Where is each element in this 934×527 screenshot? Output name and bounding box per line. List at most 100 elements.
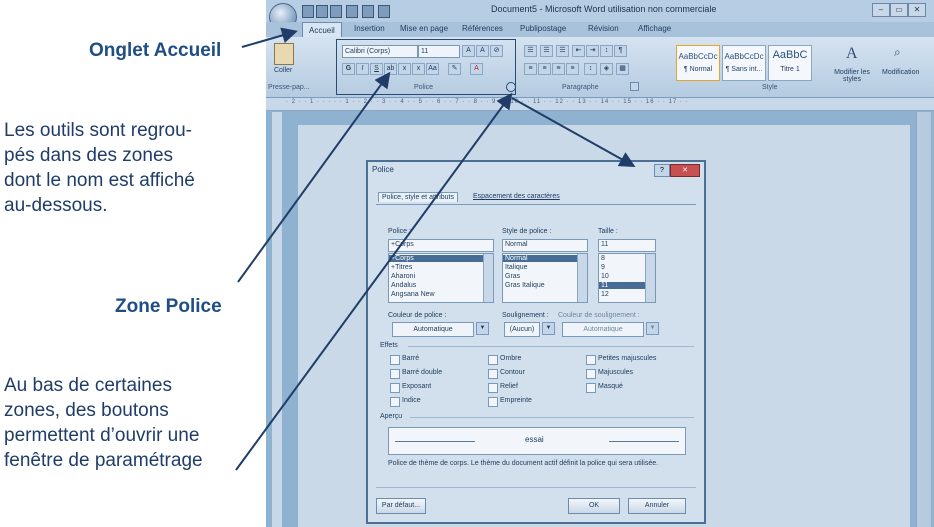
align-right-icon[interactable]: ≡ — [552, 63, 565, 75]
list-item[interactable]: Italique — [505, 264, 528, 271]
checkbox-majuscules[interactable] — [586, 369, 596, 379]
multilevel-icon[interactable]: ☰ — [556, 45, 569, 57]
font-name-combo[interactable]: Calibri (Corps) — [342, 45, 418, 58]
checkbox-petites-majuscules[interactable] — [586, 355, 596, 365]
chevron-down-icon[interactable]: ▼ — [476, 322, 489, 335]
police-list[interactable]: +Corps +Titres Aharoni Andalus Angsana N… — [388, 253, 494, 303]
list-item[interactable]: 8 — [601, 255, 605, 262]
checkbox-masque[interactable] — [586, 383, 596, 393]
paragraph-dialog-launcher-icon[interactable] — [630, 82, 639, 91]
font-size-combo[interactable]: 11 — [418, 45, 460, 58]
checkbox-contour[interactable] — [488, 369, 498, 379]
modify-styles-icon[interactable]: A — [846, 45, 858, 63]
help-button[interactable]: ? — [654, 164, 670, 177]
ok-button[interactable]: OK — [568, 498, 620, 514]
print-preview-icon[interactable] — [378, 5, 390, 18]
list-item[interactable]: Gras — [505, 273, 520, 280]
underline-icon[interactable]: S — [370, 63, 383, 75]
line-spacing-icon[interactable]: ↕ — [584, 63, 597, 75]
dialog-close-button[interactable]: ✕ — [670, 164, 700, 177]
list-item[interactable]: 9 — [601, 264, 605, 271]
couleur-dropdown[interactable]: Automatique — [392, 322, 474, 337]
tab-accueil[interactable]: Accueil — [302, 22, 342, 38]
chevron-down-icon[interactable]: ▼ — [542, 322, 555, 335]
sort-icon[interactable]: ↕ — [600, 45, 613, 57]
couleur-soulignement-dropdown[interactable]: Automatique — [562, 322, 644, 337]
chevron-down-icon[interactable]: ▼ — [646, 322, 659, 335]
soulignement-dropdown[interactable]: (Aucun) — [504, 322, 540, 337]
numbering-icon[interactable]: ☰ — [540, 45, 553, 57]
save-icon[interactable] — [302, 5, 314, 18]
checkbox-indice[interactable] — [390, 397, 400, 407]
pilcrow-icon[interactable]: ¶ — [614, 45, 627, 57]
redo-icon[interactable] — [362, 5, 374, 18]
shrink-font-icon[interactable]: A — [476, 45, 489, 57]
grow-font-icon[interactable]: A — [462, 45, 475, 57]
police-input[interactable]: +Corps — [388, 239, 494, 252]
shading-icon[interactable]: ◈ — [600, 63, 613, 75]
default-button[interactable]: Par défaut... — [376, 498, 426, 514]
paste-label[interactable]: Coller — [274, 67, 292, 74]
taille-list[interactable]: 8 9 10 11 12 — [598, 253, 656, 303]
tab-mise-en-page[interactable]: Mise en page — [400, 24, 448, 33]
list-item[interactable]: Andalus — [391, 282, 416, 289]
list-scrollbar[interactable] — [577, 254, 587, 302]
align-left-icon[interactable]: ≡ — [524, 63, 537, 75]
borders-icon[interactable]: ▦ — [616, 63, 629, 75]
bullets-icon[interactable]: ☰ — [524, 45, 537, 57]
new-doc-icon[interactable] — [316, 5, 328, 18]
superscript-icon[interactable]: x — [412, 63, 425, 75]
list-item[interactable]: Normal — [503, 255, 577, 262]
find-icon[interactable]: ⌕ — [894, 45, 901, 60]
style-titre-1[interactable]: AaBbC Titre 1 — [768, 45, 812, 81]
tab-publipostage[interactable]: Publipostage — [520, 24, 566, 33]
subscript-icon[interactable]: x — [398, 63, 411, 75]
modification-label[interactable]: Modification — [882, 69, 919, 76]
list-item[interactable]: +Titres — [391, 264, 412, 271]
style-sans-interligne[interactable]: AaBbCcDc ¶ Sans int... — [722, 45, 766, 81]
checkbox-empreinte[interactable] — [488, 397, 498, 407]
horizontal-ruler[interactable]: · 2 · · 1 · · · · · 1 · · 2 · · 3 · · 4 … — [266, 98, 934, 111]
vertical-scrollbar[interactable] — [916, 112, 931, 527]
paste-icon[interactable] — [274, 43, 294, 65]
checkbox-barre[interactable] — [390, 355, 400, 365]
maximize-button[interactable]: ▭ — [890, 3, 908, 17]
font-color-icon[interactable]: A — [470, 63, 483, 75]
style-normal[interactable]: AaBbCcDc ¶ Normal — [676, 45, 720, 81]
list-item[interactable]: 10 — [601, 273, 609, 280]
cancel-button[interactable]: Annuler — [628, 498, 686, 514]
align-center-icon[interactable]: ≡ — [538, 63, 551, 75]
list-item[interactable]: Aharoni — [391, 273, 415, 280]
list-scrollbar[interactable] — [645, 254, 655, 302]
italic-icon[interactable]: I — [356, 63, 369, 75]
style-input[interactable]: Normal — [502, 239, 588, 252]
tab-affichage[interactable]: Affichage — [638, 24, 671, 33]
checkbox-ombre[interactable] — [488, 355, 498, 365]
taille-input[interactable]: 11 — [598, 239, 656, 252]
list-item[interactable]: Angsana New — [391, 291, 435, 298]
style-list[interactable]: Normal Italique Gras Gras Italique — [502, 253, 588, 303]
increase-indent-icon[interactable]: ⇥ — [586, 45, 599, 57]
tab-insertion[interactable]: Insertion — [354, 24, 385, 33]
close-button[interactable]: ✕ — [908, 3, 926, 17]
modify-styles-label[interactable]: Modifier les styles — [832, 69, 872, 83]
list-item[interactable]: +Corps — [389, 255, 483, 262]
bold-icon[interactable]: G — [342, 63, 355, 75]
tab-espacement[interactable]: Espacement des caractères — [470, 192, 563, 201]
case-icon[interactable]: Aa — [426, 63, 439, 75]
checkbox-barre-double[interactable] — [390, 369, 400, 379]
list-item[interactable]: 12 — [601, 291, 609, 298]
undo-icon[interactable] — [346, 5, 358, 18]
clipboard-group-label[interactable]: Presse-pap... — [268, 84, 310, 91]
tab-revision[interactable]: Révision — [588, 24, 619, 33]
clear-format-icon[interactable]: ⊘ — [490, 45, 503, 57]
strikethrough-icon[interactable]: ab — [384, 63, 397, 75]
highlight-icon[interactable]: ✎ — [448, 63, 461, 75]
list-scrollbar[interactable] — [483, 254, 493, 302]
minimize-button[interactable]: – — [872, 3, 890, 17]
list-item[interactable]: Gras Italique — [505, 282, 545, 289]
open-icon[interactable] — [330, 5, 342, 18]
checkbox-exposant[interactable] — [390, 383, 400, 393]
vertical-ruler[interactable] — [272, 112, 282, 527]
justify-icon[interactable]: ≡ — [566, 63, 579, 75]
